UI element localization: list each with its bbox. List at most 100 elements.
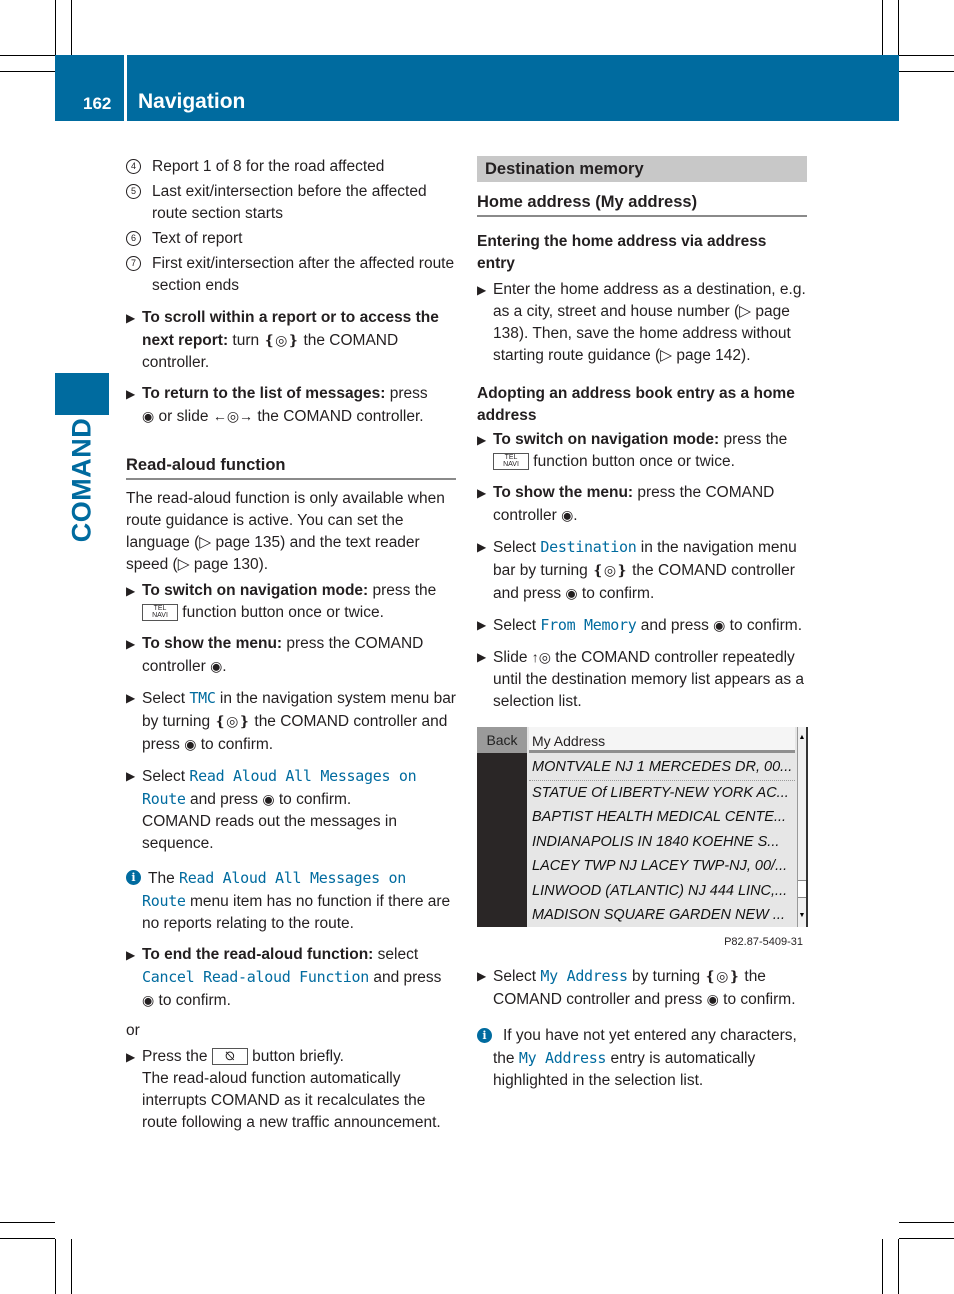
step-text: and press xyxy=(369,969,442,986)
crop-mark xyxy=(0,71,55,72)
left-column: 4 Report 1 of 8 for the road affected 5 … xyxy=(126,156,456,1134)
instruction-step: ▶ Select Destination in the navigation m… xyxy=(477,536,807,605)
crop-mark xyxy=(899,1238,954,1239)
instruction-step: ▶ Press the ⦰ button briefly. The read-al… xyxy=(126,1046,456,1134)
instruction-step: ▶ To return to the list of messages: pre… xyxy=(126,383,456,428)
menu-item-my-address: My Address xyxy=(518,1049,607,1067)
crop-mark xyxy=(71,1239,72,1294)
side-tab-marker xyxy=(55,373,109,415)
instruction-step: ▶ To end the read-aloud function: select… xyxy=(126,944,456,1012)
step-text: Enter the home address as a destination,… xyxy=(493,281,806,364)
step-text: turn xyxy=(228,332,264,349)
step-text: function button once or twice. xyxy=(178,604,384,621)
crop-mark xyxy=(55,1239,56,1294)
menu-item-my-address: My Address xyxy=(540,967,628,985)
step-text: to confirm. xyxy=(154,992,231,1009)
scroll-down-arrow-icon[interactable]: ▼ xyxy=(798,905,806,927)
instruction-step: ▶ Enter the home address as a destinatio… xyxy=(477,279,807,367)
step-text: Press the xyxy=(142,1048,212,1065)
menu-item-destination: Destination xyxy=(540,538,637,556)
scroll-up-arrow-icon[interactable]: ▲ xyxy=(798,727,806,749)
step-text: the COMAND controller. xyxy=(253,408,424,425)
chapter-title: Navigation xyxy=(138,90,246,113)
step-text: to confirm. xyxy=(577,585,655,602)
step-label: To switch on navigation mode: xyxy=(142,582,369,599)
scrollbar[interactable]: ▲ ▼ xyxy=(797,727,808,927)
triangle-bullet-icon: ▶ xyxy=(477,969,487,983)
step-text: press the xyxy=(368,582,437,599)
back-button[interactable]: Back xyxy=(477,727,527,753)
instruction-step: ▶ Select TMC in the navigation system me… xyxy=(126,687,456,756)
list-item[interactable]: LINWOOD (ATLANTIC) NJ 444 LINC,... xyxy=(529,879,795,904)
triangle-bullet-icon: ▶ xyxy=(126,584,136,598)
instruction-step: ▶ Select Read Aloud All Messages on Rout… xyxy=(126,765,456,855)
crop-mark xyxy=(898,1239,899,1294)
press-controller-icon: ◉ xyxy=(262,791,275,807)
scrollbar-thumb[interactable] xyxy=(798,880,806,898)
legend-item: 7 First exit/intersection after the affe… xyxy=(126,253,456,297)
menu-item-cancel-read-aloud: Cancel Read-aloud Function xyxy=(142,968,370,986)
triangle-bullet-icon: ▶ xyxy=(126,691,136,705)
step-label: To show the menu: xyxy=(142,635,283,652)
step-text: Select xyxy=(493,968,541,985)
instruction-step: ▶ To show the menu: press the COMAND con… xyxy=(126,633,456,678)
header-divider xyxy=(124,55,127,121)
step-label: To show the menu: xyxy=(493,484,634,501)
step-text: Select xyxy=(493,617,541,634)
or-text: or xyxy=(126,1022,140,1039)
section-heading: Home address (My address) xyxy=(477,191,807,217)
navi-label: NAVI xyxy=(503,461,519,469)
press-controller-icon: ◉ xyxy=(210,658,223,674)
crop-mark xyxy=(899,71,954,72)
triangle-bullet-icon: ▶ xyxy=(477,283,487,297)
step-text: to confirm. xyxy=(274,791,352,808)
legend-text: First exit/intersection after the affect… xyxy=(152,255,455,294)
legend-item: 4 Report 1 of 8 for the road affected xyxy=(126,156,456,178)
triangle-bullet-icon: ▶ xyxy=(126,1050,136,1064)
step-text: function button once or twice. xyxy=(529,453,735,470)
step-text: and press xyxy=(185,791,263,808)
step-label: To switch on navigation mode: xyxy=(493,431,720,448)
triangle-bullet-icon: ▶ xyxy=(126,387,136,401)
list-item[interactable]: BAPTIST HEALTH MEDICAL CENTE... xyxy=(529,805,795,830)
turn-controller-icon: ❴◎❵ xyxy=(704,968,741,984)
step-text: press the xyxy=(719,431,788,448)
step-result: The read-aloud function automatically in… xyxy=(142,1070,441,1131)
press-controller-icon: ◉ xyxy=(565,585,578,601)
press-controller-icon: ◉ xyxy=(142,408,155,424)
menu-item-from-memory: From Memory xyxy=(540,616,637,634)
turn-controller-icon: ❴◎❵ xyxy=(592,562,628,578)
callout-number: 4 xyxy=(126,159,141,174)
step-text: Slide xyxy=(493,649,532,666)
step-text: to confirm. xyxy=(196,736,274,753)
step-text: or slide xyxy=(154,408,213,425)
destination-memory-screen: Back My Address MONTVALE NJ 1 MERCEDES D… xyxy=(477,727,808,928)
slide-controller-icon: ←◎→ xyxy=(212,408,254,424)
step-text: Select xyxy=(142,768,190,785)
crop-mark xyxy=(899,1222,954,1223)
destination-list: MONTVALE NJ 1 MERCEDES DR, 00... STATUE … xyxy=(529,755,795,928)
crop-mark xyxy=(898,0,899,55)
list-item[interactable]: MONTVALE NJ 1 MERCEDES DR, 00... xyxy=(529,755,795,781)
navi-label: NAVI xyxy=(152,612,168,620)
press-controller-icon: ◉ xyxy=(706,991,719,1007)
step-text: to confirm. xyxy=(718,991,796,1008)
crop-mark xyxy=(899,55,954,56)
my-address-entry[interactable]: My Address xyxy=(529,727,795,753)
legend-item: 5 Last exit/intersection before the affe… xyxy=(126,181,456,225)
instruction-step: ▶ Select From Memory and press ◉ to conf… xyxy=(477,614,807,637)
callout-number: 7 xyxy=(126,256,141,271)
callout-number: 6 xyxy=(126,231,141,246)
legend-text: Last exit/intersection before the affect… xyxy=(152,183,427,222)
triangle-bullet-icon: ▶ xyxy=(126,948,136,962)
instruction-step: ▶ Slide ↑◎ the COMAND controller repeate… xyxy=(477,646,807,713)
info-note: i If you have not yet entered any charac… xyxy=(477,1025,807,1092)
list-item[interactable]: INDIANAPOLIS IN 1840 KOEHNE S... xyxy=(529,830,795,855)
crop-mark xyxy=(882,0,883,55)
triangle-bullet-icon: ▶ xyxy=(477,650,487,664)
list-item[interactable]: MADISON SQUARE GARDEN NEW ... xyxy=(529,903,795,928)
step-result: COMAND reads out the messages in sequenc… xyxy=(142,813,397,852)
list-item[interactable]: LACEY TWP NJ LACEY TWP-NJ, 00/... xyxy=(529,854,795,879)
list-item[interactable]: STATUE Of LIBERTY-NEW YORK AC... xyxy=(529,781,795,806)
press-controller-icon: ◉ xyxy=(184,736,197,752)
